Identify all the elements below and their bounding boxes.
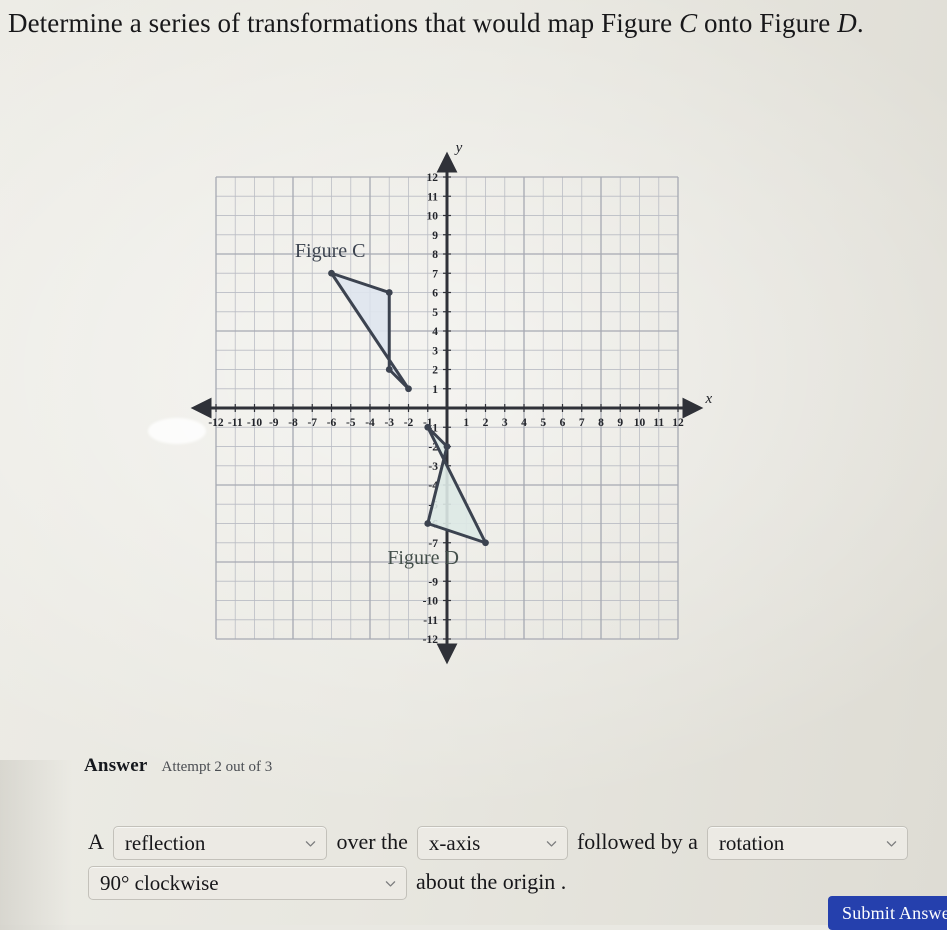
figure-d-polygon-vertex [482, 539, 489, 547]
second-transformation-select-value: rotation [718, 830, 785, 855]
answer-line-1: A reflection over the x-axis followed by… [88, 826, 908, 860]
chevron-down-icon [306, 840, 316, 847]
y-tick-label: -9 [428, 576, 438, 588]
figure-d-italic: D [837, 8, 857, 38]
x-tick-label: 11 [653, 417, 664, 429]
answer-prefix-a: A [88, 829, 104, 854]
y-tick-label: 7 [432, 268, 438, 280]
y-tick-label: 12 [427, 172, 439, 184]
question-text-3: . [856, 8, 864, 38]
x-tick-label: 7 [579, 417, 585, 429]
answer-form: A reflection over the x-axis followed by… [88, 826, 908, 906]
x-tick-label: -2 [404, 417, 414, 429]
question-title: Determine a series of transformations th… [8, 6, 943, 40]
figure-c-label: Figure C [295, 240, 366, 262]
y-tick-label: 5 [432, 307, 438, 319]
y-tick-label: -3 [428, 461, 438, 473]
x-tick-label: -5 [346, 417, 356, 429]
second-transformation-select[interactable]: rotation [706, 826, 908, 860]
y-tick-label: 11 [427, 191, 438, 203]
y-tick-label: -11 [423, 615, 438, 627]
figure-c-polygon-vertex [385, 366, 393, 373]
figure-d-polygon-vertex [443, 443, 451, 450]
figure-d-label: Figure D [387, 547, 459, 569]
y-tick-label: 2 [432, 365, 438, 377]
x-tick-label: 6 [560, 417, 566, 429]
x-tick-label: 9 [617, 417, 623, 429]
figure-c-italic: C [679, 8, 698, 38]
axis-select-value: x-axis [428, 830, 481, 855]
x-tick-label: -7 [307, 417, 317, 429]
x-tick-label: 8 [598, 417, 604, 429]
attempt-counter: Attempt 2 out of 3 [161, 759, 273, 775]
transformation-select-value: reflection [124, 830, 206, 855]
figure-c-polygon-vertex [385, 289, 393, 296]
chevron-down-icon [385, 880, 396, 887]
y-tick-label: -10 [423, 596, 439, 608]
x-tick-label: 4 [521, 417, 527, 429]
answer-label: Answer [84, 755, 148, 776]
chevron-down-icon [886, 840, 897, 847]
axis-select[interactable]: x-axis [416, 826, 568, 860]
coordinate-plane: -12 -11 -10 -9 -8 -7 -6 -5 -4 -3 -2 -1 1 2 3 4 5 6 7 8 9 10 11… [160, 100, 760, 670]
answer-line-2: 90° clockwise about the origin . [88, 866, 908, 900]
y-tick-label: -12 [423, 634, 439, 646]
figure-c-polygon-vertex [405, 385, 412, 393]
x-tick-label: -6 [327, 417, 337, 429]
chevron-down-icon [546, 840, 557, 847]
transformation-select[interactable]: reflection [112, 826, 328, 860]
y-tick-label: 6 [432, 288, 438, 300]
x-tick-label: -11 [228, 417, 243, 429]
figure-d-polygon-vertex [424, 520, 432, 527]
answer-followed-by-text: followed by a [576, 829, 698, 854]
x-tick-label: -3 [384, 417, 394, 429]
x-tick-label: 3 [502, 417, 508, 429]
answer-header: Answer Attempt 2 out of 3 [84, 755, 272, 777]
angle-select-value: 90° clockwise [100, 870, 219, 895]
y-tick-label: 1 [432, 384, 438, 396]
x-tick-label: 10 [634, 417, 646, 429]
x-tick-label: -9 [269, 417, 279, 429]
x-axis-label: x [704, 391, 712, 407]
x-tick-label: 12 [672, 417, 684, 429]
y-tick-label: 3 [432, 345, 438, 357]
answer-mid-text: over the [336, 829, 408, 854]
figure-c-polygon-vertex [328, 269, 335, 277]
figure-d-polygon-vertex [424, 423, 432, 431]
angle-select[interactable]: 90° clockwise [88, 866, 407, 900]
answer-tail-text: about the origin . [416, 869, 567, 894]
question-text-2: onto Figure [697, 8, 838, 38]
question-text-1: Determine a series of transformations th… [8, 8, 680, 38]
x-tick-label: 2 [483, 417, 489, 429]
y-tick-label: 8 [432, 249, 438, 261]
x-tick-label: -10 [247, 417, 263, 429]
y-axis-label: y [454, 140, 463, 156]
x-tick-label: -8 [288, 417, 298, 429]
page-edge-shadow [0, 760, 72, 930]
graph-svg: -12 -11 -10 -9 -8 -7 -6 -5 -4 -3 -2 -1 1 2 3 4 5 6 7 8 9 10 11… [190, 140, 712, 665]
x-tick-label: -4 [365, 417, 375, 429]
x-tick-label: -12 [208, 417, 224, 429]
y-tick-label: 9 [432, 230, 438, 242]
x-tick-label: 5 [540, 417, 546, 429]
y-tick-label: 4 [432, 326, 438, 338]
x-tick-label: 1 [463, 417, 469, 429]
y-tick-label: 10 [427, 211, 439, 223]
